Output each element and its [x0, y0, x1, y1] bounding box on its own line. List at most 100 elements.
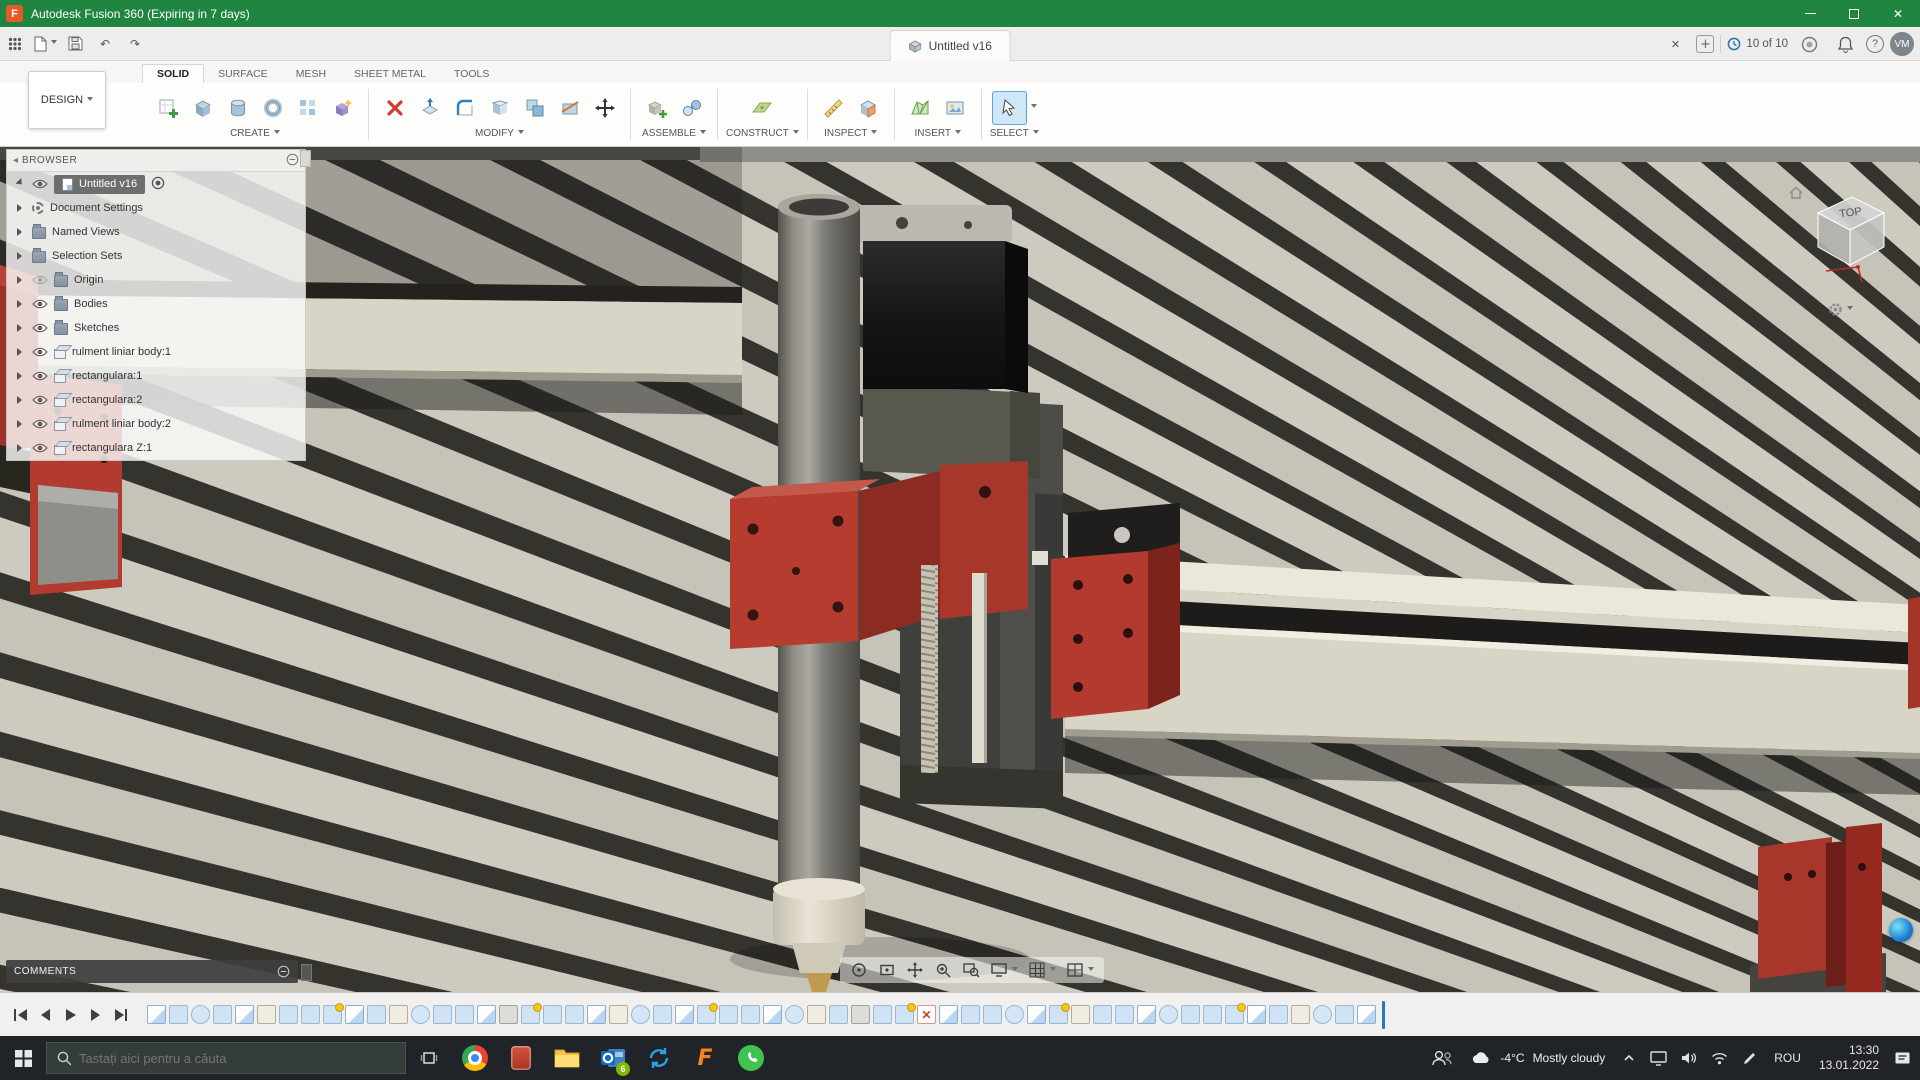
workspace-selector[interactable]: DESIGN [28, 71, 106, 129]
expand-arrow-icon[interactable] [17, 324, 26, 332]
timeline-feature-icon[interactable] [741, 1005, 760, 1024]
timeline-feature-icon[interactable] [1291, 1005, 1310, 1024]
expand-arrow-icon[interactable] [17, 444, 26, 452]
file-menu-icon[interactable] [30, 31, 60, 57]
panel-options-icon[interactable] [286, 153, 299, 169]
timeline-feature-icon[interactable] [521, 1005, 540, 1024]
timeline-feature-icon[interactable] [1049, 1005, 1068, 1024]
document-tab[interactable]: Untitled v16 [890, 30, 1011, 61]
timeline-feature-icon[interactable] [1357, 1005, 1376, 1024]
expand-arrow-icon[interactable] [17, 252, 26, 260]
press-pull-button[interactable] [412, 91, 447, 125]
new-tab-button[interactable]: + [1696, 35, 1714, 53]
undo-icon[interactable]: ↶ [90, 31, 120, 57]
task-view-icon[interactable] [406, 1036, 452, 1080]
zoom-icon[interactable] [934, 961, 952, 979]
display-settings-icon[interactable] [990, 961, 1018, 979]
viewcube[interactable]: TOP [1792, 175, 1904, 317]
expand-arrow-icon[interactable] [15, 178, 27, 190]
construct-menu[interactable]: CONSTRUCT [726, 128, 799, 139]
timeline-feature-icon[interactable] [895, 1005, 914, 1024]
viewport-layout-icon[interactable] [1066, 961, 1094, 979]
measure-button[interactable] [816, 91, 851, 125]
select-tool-button[interactable] [992, 91, 1027, 125]
timeline-position-marker[interactable] [1382, 1001, 1385, 1029]
language-indicator[interactable]: ROU [1764, 1051, 1811, 1065]
split-body-button[interactable] [552, 91, 587, 125]
weather-widget[interactable]: -4°C Mostly cloudy [1460, 1050, 1615, 1066]
insert-menu[interactable]: INSERT [903, 128, 973, 139]
network-icon[interactable] [1704, 1036, 1735, 1080]
timeline-feature-icon[interactable] [1247, 1005, 1266, 1024]
whatsapp-icon[interactable] [728, 1036, 774, 1080]
timeline-feature-icon[interactable] [477, 1005, 496, 1024]
section-analysis-button[interactable] [851, 91, 886, 125]
visibility-eye-icon[interactable] [32, 371, 48, 381]
timeline-feature-icon[interactable] [1115, 1005, 1134, 1024]
visibility-eye-icon[interactable] [32, 323, 48, 333]
create-pattern-button[interactable] [290, 91, 325, 125]
browser-item[interactable]: Bodies [7, 292, 305, 316]
save-icon[interactable] [60, 31, 90, 57]
timeline-feature-icon[interactable] [1269, 1005, 1288, 1024]
close-tab-icon[interactable]: ✕ [1660, 31, 1690, 57]
timeline-feature-icon[interactable] [543, 1005, 562, 1024]
timeline-feature-icon[interactable] [235, 1005, 254, 1024]
viewcube-settings-icon[interactable] [1828, 302, 1853, 317]
create-box-button[interactable] [185, 91, 220, 125]
action-center-icon[interactable] [1887, 1036, 1920, 1080]
job-status-icon[interactable] [1794, 31, 1824, 57]
home-view-icon[interactable] [1788, 185, 1804, 205]
ribbon-tab[interactable]: SOLID [142, 64, 204, 83]
browser-header[interactable]: ◂ BROWSER [7, 150, 305, 172]
expand-arrow-icon[interactable] [17, 276, 26, 284]
browser-item[interactable]: rectangulara:2 [7, 388, 305, 412]
hidden-icons-chevron[interactable] [1615, 1036, 1643, 1080]
browser-item[interactable]: rulment liniar body:1 [7, 340, 305, 364]
visibility-eye-icon[interactable] [32, 179, 48, 189]
create-menu[interactable]: CREATE [150, 128, 360, 139]
browser-item[interactable]: Sketches [7, 316, 305, 340]
timeline-feature-icon[interactable] [1027, 1005, 1046, 1024]
close-button[interactable]: ✕ [1876, 0, 1920, 27]
file-explorer-icon[interactable] [544, 1036, 590, 1080]
timeline-feature-icon[interactable] [719, 1005, 738, 1024]
timeline-feature-icon[interactable] [257, 1005, 276, 1024]
redo-icon[interactable]: ↷ [120, 31, 150, 57]
start-button[interactable] [0, 1036, 46, 1080]
timeline-feature-icon[interactable] [939, 1005, 958, 1024]
timeline-feature-icon[interactable] [609, 1005, 628, 1024]
browser-item[interactable]: rectangulara:1 [7, 364, 305, 388]
chrome-icon[interactable] [452, 1036, 498, 1080]
insert-mesh-button[interactable] [903, 91, 938, 125]
shell-button[interactable] [482, 91, 517, 125]
expand-arrow-icon[interactable] [17, 204, 26, 212]
3d-viewport[interactable]: ◂ BROWSER Untitled v16 Document Settings [0, 147, 1920, 992]
create-primitives-button[interactable] [325, 91, 360, 125]
insert-canvas-button[interactable] [938, 91, 973, 125]
select-menu[interactable]: SELECT [990, 128, 1039, 139]
timeline-feature-icon[interactable] [829, 1005, 848, 1024]
timeline-feature-icon[interactable] [147, 1005, 166, 1024]
timeline-feature-icon[interactable] [455, 1005, 474, 1024]
minimize-button[interactable] [1788, 0, 1832, 27]
notifications-bell-icon[interactable] [1830, 31, 1860, 57]
panel-collapse-icon[interactable] [277, 965, 290, 978]
timeline-feature-icon[interactable] [345, 1005, 364, 1024]
ribbon-tab[interactable]: SURFACE [204, 65, 282, 83]
edge-bracket[interactable] [1908, 597, 1920, 709]
timeline-feature-icon[interactable] [1313, 1005, 1332, 1024]
grid-settings-icon[interactable] [1028, 961, 1056, 979]
fillet-button[interactable] [447, 91, 482, 125]
ribbon-tab[interactable]: SHEET METAL [340, 65, 440, 83]
expand-arrow-icon[interactable] [17, 420, 26, 428]
timeline-skip-end-button[interactable] [108, 1003, 131, 1027]
timeline-feature-icon[interactable] [785, 1005, 804, 1024]
create-cylinder-button[interactable] [220, 91, 255, 125]
timeline-feature-icon[interactable] [1137, 1005, 1156, 1024]
sync-app-icon[interactable] [636, 1036, 682, 1080]
timeline-feature-icon[interactable] [279, 1005, 298, 1024]
construction-plane-button[interactable] [745, 91, 780, 125]
timeline-feature-icon[interactable] [1335, 1005, 1354, 1024]
timeline-feature-icon[interactable] [323, 1005, 342, 1024]
